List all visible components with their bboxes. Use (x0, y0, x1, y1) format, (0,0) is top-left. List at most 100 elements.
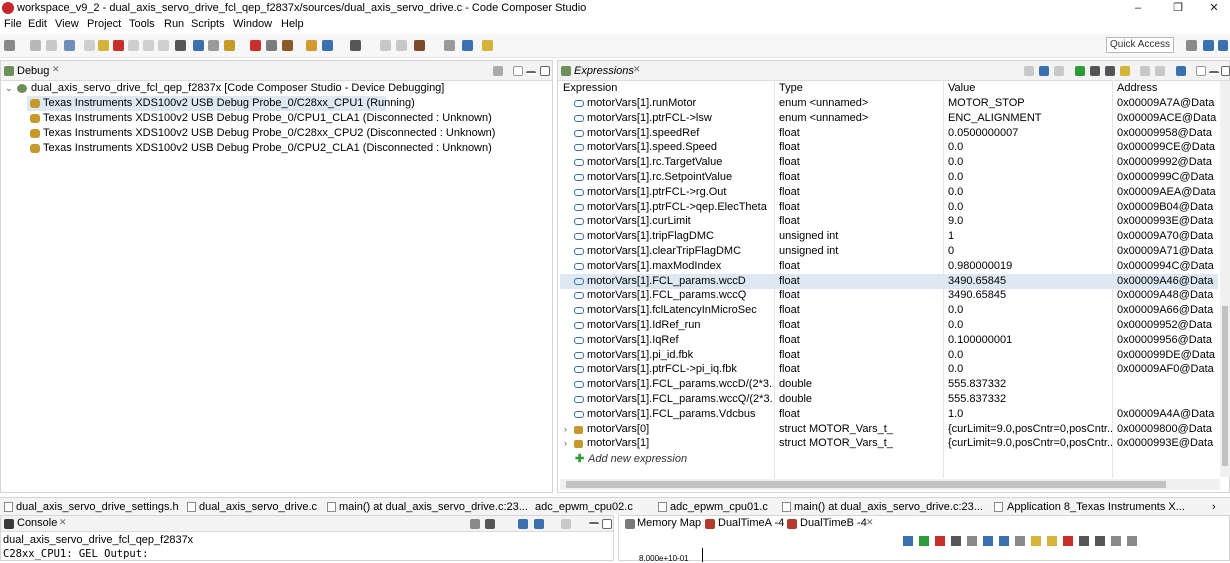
new-console-icon[interactable] (561, 519, 571, 529)
show-type-icon[interactable] (1024, 66, 1034, 76)
value-cell[interactable]: 555.837332 (948, 377, 1112, 392)
build-icon[interactable] (64, 40, 75, 51)
value-cell[interactable]: 3490.65845 (948, 274, 1112, 289)
chevron-right-icon[interactable]: › (1212, 501, 1216, 513)
editor-tab[interactable]: main() at dual_axis_servo_drive.c:23... (339, 501, 528, 513)
tools-icon[interactable] (414, 40, 425, 51)
expression-row[interactable]: motorVars[1].IqRef float 0.100000001 0x0000… (560, 333, 1218, 348)
graph-tab-b[interactable]: DualTimeB -4 (800, 517, 867, 529)
save-icon[interactable] (30, 40, 41, 51)
view-menu-icon[interactable] (513, 66, 523, 76)
value-cell[interactable]: 0.0 (948, 200, 1112, 215)
menu-window[interactable]: Window (233, 18, 272, 30)
redo-icon[interactable] (396, 40, 407, 51)
step-into-icon[interactable] (128, 40, 139, 51)
minimize-view-icon[interactable] (526, 71, 536, 75)
editor-tab[interactable]: adc_epwm_cpu02.c (535, 501, 633, 513)
minimize-view-icon[interactable] (589, 522, 599, 526)
view-menu-icon[interactable] (1196, 66, 1206, 76)
breakpoint-icon[interactable] (250, 40, 261, 51)
graph-tool-icon[interactable] (1095, 536, 1105, 546)
expression-row[interactable]: motorVars[1].tripFlagDMC unsigned int 1 0x0… (560, 229, 1218, 244)
import-icon[interactable] (1155, 66, 1165, 76)
horizontal-scrollbar[interactable] (560, 479, 1220, 490)
expression-row[interactable]: motorVars[1].ptrFCL->rg.Out float 0.0 0x000… (560, 185, 1218, 200)
expression-row[interactable]: motorVars[1].fclLatencyInMicroSec float 0.… (560, 303, 1218, 318)
continuous-refresh-icon[interactable] (1176, 66, 1186, 76)
scrollbar-thumb[interactable] (1222, 306, 1228, 466)
value-cell[interactable]: MOTOR_STOP (948, 96, 1112, 111)
graph-tool-icon[interactable] (1015, 536, 1025, 546)
value-cell[interactable]: 0.0 (948, 170, 1112, 185)
ccs-debug-perspective-icon[interactable] (1218, 40, 1228, 51)
value-cell[interactable]: 1.0 (948, 407, 1112, 422)
ccs-edit-perspective-icon[interactable] (1203, 40, 1214, 51)
expression-row[interactable]: motorVars[1].ptrFCL->qep.ElecTheta float 0… (560, 200, 1218, 215)
maximize-view-icon[interactable] (1221, 66, 1230, 76)
chevron-down-icon[interactable]: ⌄ (5, 81, 13, 96)
value-cell[interactable]: 0.0 (948, 155, 1112, 170)
menu-edit[interactable]: Edit (28, 18, 47, 30)
view-icon[interactable] (193, 40, 204, 51)
column-value[interactable]: Value (948, 82, 975, 97)
scroll-lock-icon[interactable] (518, 519, 528, 529)
display-console-icon[interactable] (534, 519, 544, 529)
close-icon[interactable]: ✕ (59, 517, 67, 528)
expression-row[interactable]: motorVars[1].FCL_params.Vdcbus float 1.0 0x… (560, 407, 1218, 422)
expression-row[interactable]: motorVars[1].runMotor enum <unnamed> MOTOR… (560, 96, 1218, 111)
pin-console-icon[interactable] (470, 519, 480, 529)
memory-map-tab[interactable]: Memory Map (637, 517, 701, 529)
scrollbar-thumb[interactable] (566, 481, 1166, 488)
expression-row[interactable]: motorVars[1].rc.TargetValue float 0.0 0x000… (560, 155, 1218, 170)
console-tab[interactable]: Console (17, 517, 57, 529)
expressions-tab[interactable]: Expressions (574, 65, 634, 77)
column-type[interactable]: Type (779, 82, 803, 97)
expression-row[interactable]: motorVars[1].ptrFCL->lsw enum <unnamed> EN… (560, 111, 1218, 126)
value-cell[interactable]: 3490.65845 (948, 288, 1112, 303)
undo-icon[interactable] (380, 40, 391, 51)
zoom-out-icon[interactable] (999, 536, 1009, 546)
value-cell[interactable]: 0.0 (948, 362, 1112, 377)
terminate-icon[interactable] (113, 40, 124, 51)
connect-icon[interactable] (208, 40, 219, 51)
expression-row[interactable]: motorVars[1].ptrFCL->pi_iq.fbk float 0.0 0x… (560, 362, 1218, 377)
editor-tab[interactable]: dual_axis_servo_drive_settings.h (16, 501, 179, 513)
clear-console-icon[interactable] (485, 519, 495, 529)
value-cell[interactable]: 0.0 (948, 348, 1112, 363)
expression-row[interactable]: motorVars[1].curLimit float 9.0 0x0000993E@… (560, 214, 1218, 229)
column-expression[interactable]: Expression (563, 82, 617, 97)
graph-tool-icon[interactable] (1063, 536, 1073, 546)
expression-row[interactable]: motorVars[1].FCL_params.wccD float 3490.65… (560, 273, 1218, 289)
menu-scripts[interactable]: Scripts (191, 18, 225, 30)
zoom-in-icon[interactable] (983, 536, 993, 546)
resume-icon[interactable] (84, 40, 95, 51)
column-address[interactable]: Address (1117, 82, 1157, 97)
minimize-view-icon[interactable] (1209, 71, 1219, 75)
menu-tools[interactable]: Tools (129, 18, 155, 30)
export-icon[interactable] (1140, 66, 1150, 76)
graph-tool-icon[interactable] (1047, 536, 1057, 546)
chevron-right-icon[interactable]: › (564, 422, 567, 437)
value-cell[interactable]: 0.100000001 (948, 333, 1112, 348)
editor-tab[interactable]: dual_axis_servo_drive.c (199, 501, 317, 513)
run-config-icon[interactable] (306, 40, 317, 51)
menu-help[interactable]: Help (281, 18, 304, 30)
reset-icon[interactable] (266, 40, 277, 51)
expression-row[interactable]: motorVars[1].IdRef_run float 0.0 0x00009952… (560, 318, 1218, 333)
format-icon[interactable] (1039, 66, 1049, 76)
add-expression-row[interactable]: ✚ Add new expression (560, 452, 1218, 467)
chevron-right-icon[interactable]: › (564, 436, 567, 451)
menu-view[interactable]: View (55, 18, 79, 30)
save-all-icon[interactable] (46, 40, 57, 51)
menu-file[interactable]: File (4, 18, 22, 30)
editor-tab[interactable]: Application 8_Texas Instruments X... (1007, 501, 1185, 513)
expression-row[interactable]: › motorVars[1] struct MOTOR_Vars_t_ {curLim… (560, 436, 1218, 451)
registers-icon[interactable] (175, 40, 186, 51)
value-cell[interactable]: 555.837332 (948, 392, 1112, 407)
graph-tool-icon[interactable] (919, 536, 929, 546)
value-cell[interactable]: 0 (948, 244, 1112, 259)
value-cell[interactable]: 9.0 (948, 214, 1112, 229)
value-cell[interactable]: 0.0 (948, 303, 1112, 318)
maximize-button[interactable]: ❐ (1160, 0, 1196, 17)
remove-icon[interactable] (1090, 66, 1100, 76)
